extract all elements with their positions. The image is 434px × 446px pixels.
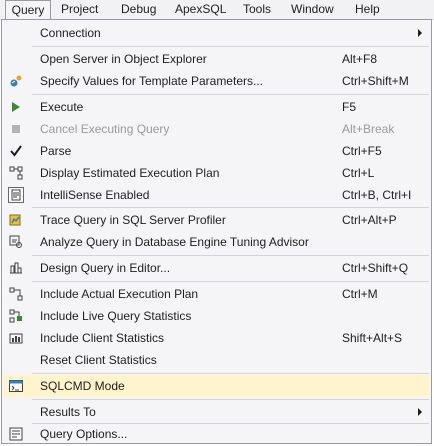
- menu-item-shortcut: Alt+F8: [342, 52, 378, 66]
- menu-item-cancel-query: Cancel Executing Query Alt+Break: [3, 118, 430, 140]
- tuning-advisor-icon: [9, 235, 23, 249]
- menu-item-sqlcmd-mode[interactable]: SQLCMD Mode: [3, 375, 430, 397]
- menu-tools[interactable]: Tools: [243, 0, 271, 19]
- menu-item-shortcut: Shift+Alt+S: [342, 331, 403, 345]
- submenu-arrow-icon: [418, 29, 422, 37]
- menu-item-label: Cancel Executing Query: [40, 122, 170, 136]
- menu-item-client-stats[interactable]: Include Client Statistics Shift+Alt+S: [3, 327, 430, 349]
- menu-item-label: Display Estimated Execution Plan: [40, 166, 220, 180]
- separator: [32, 207, 429, 208]
- menu-item-label: Include Client Statistics: [40, 331, 165, 345]
- menu-item-estimated-plan[interactable]: Display Estimated Execution Plan Ctrl+L: [3, 162, 430, 184]
- separator: [32, 46, 429, 47]
- stop-icon: [9, 122, 23, 136]
- menu-bar: Query Project Debug ApexSQL Tools Window…: [0, 0, 434, 20]
- query-dropdown-menu: Connection Open Server in Object Explore…: [1, 19, 432, 444]
- menu-item-intellisense[interactable]: IntelliSense Enabled Ctrl+B, Ctrl+I: [3, 184, 430, 206]
- menu-item-label: Connection: [40, 26, 101, 40]
- menu-help[interactable]: Help: [355, 0, 380, 19]
- menu-item-connection[interactable]: Connection: [3, 22, 430, 44]
- menu-item-label: Include Actual Execution Plan: [40, 287, 199, 301]
- menu-item-results-to[interactable]: Results To: [3, 401, 430, 423]
- separator: [32, 399, 429, 400]
- live-stats-icon: [9, 309, 23, 323]
- template-params-icon: [9, 74, 23, 88]
- execution-plan-icon: [9, 166, 23, 180]
- menu-item-label: Include Live Query Statistics: [40, 309, 192, 323]
- menu-item-label: Execute: [40, 100, 84, 114]
- menu-item-trace-profiler[interactable]: Trace Query in SQL Server Profiler Ctrl+…: [3, 209, 430, 231]
- separator: [32, 373, 429, 374]
- menu-debug[interactable]: Debug: [121, 0, 156, 19]
- menu-item-label: SQLCMD Mode: [40, 379, 125, 393]
- menu-item-label: Analyze Query in Database Engine Tuning …: [40, 235, 309, 249]
- menu-item-shortcut: Ctrl+B, Ctrl+I: [342, 188, 412, 202]
- menu-item-design-query[interactable]: Design Query in Editor... Ctrl+Shift+Q: [3, 257, 430, 279]
- menu-item-actual-plan[interactable]: Include Actual Execution Plan Ctrl+M: [3, 283, 430, 305]
- menu-item-label: Specify Values for Template Parameters..…: [40, 74, 263, 88]
- menu-project[interactable]: Project: [61, 0, 98, 19]
- client-stats-icon: [9, 331, 23, 345]
- menu-item-label: Open Server in Object Explorer: [40, 52, 207, 66]
- menu-item-label: Results To: [40, 405, 96, 419]
- submenu-arrow-icon: [418, 408, 422, 416]
- query-designer-icon: [9, 261, 23, 275]
- menu-item-template-params[interactable]: Specify Values for Template Parameters..…: [3, 70, 430, 92]
- menu-item-shortcut: Ctrl+F5: [342, 144, 382, 158]
- menu-window[interactable]: Window: [291, 0, 334, 19]
- query-options-icon: [9, 427, 23, 441]
- menu-item-shortcut: Ctrl+Shift+M: [342, 74, 409, 88]
- menu-item-label: Design Query in Editor...: [40, 261, 171, 275]
- menu-item-open-server[interactable]: Open Server in Object Explorer Alt+F8: [3, 48, 430, 70]
- separator: [32, 281, 429, 282]
- menu-item-shortcut: F5: [342, 100, 357, 114]
- menu-query[interactable]: Query: [5, 0, 51, 20]
- separator: [32, 255, 429, 256]
- actual-plan-icon: [9, 287, 23, 301]
- menu-item-execute[interactable]: Execute F5: [3, 96, 430, 118]
- menu-apexsql[interactable]: ApexSQL: [175, 0, 226, 19]
- menu-item-shortcut: Ctrl+L: [342, 166, 375, 180]
- menu-item-label: Trace Query in SQL Server Profiler: [40, 213, 226, 227]
- intellisense-icon: [8, 187, 24, 203]
- menu-item-shortcut: Ctrl+M: [342, 287, 378, 301]
- profiler-icon: [9, 213, 23, 227]
- menu-item-label: Parse: [40, 144, 72, 158]
- play-icon: [9, 100, 23, 114]
- menu-item-label: Query Options...: [40, 427, 128, 441]
- menu-item-label: Reset Client Statistics: [40, 353, 157, 367]
- menu-item-reset-client-stats[interactable]: Reset Client Statistics: [3, 349, 430, 371]
- menu-item-shortcut: Ctrl+Alt+P: [342, 213, 397, 227]
- menu-item-live-stats[interactable]: Include Live Query Statistics: [3, 305, 430, 327]
- menu-item-tuning-advisor[interactable]: Analyze Query in Database Engine Tuning …: [3, 231, 430, 253]
- menu-item-label: IntelliSense Enabled: [40, 188, 150, 202]
- separator: [32, 94, 429, 95]
- menu-item-shortcut: Ctrl+Shift+Q: [342, 261, 409, 275]
- menu-item-shortcut: Alt+Break: [342, 122, 395, 136]
- menu-item-parse[interactable]: Parse Ctrl+F5: [3, 140, 430, 162]
- menu-item-query-options[interactable]: Query Options...: [3, 423, 430, 445]
- sqlcmd-icon: [9, 379, 23, 393]
- checkmark-icon: [9, 144, 23, 158]
